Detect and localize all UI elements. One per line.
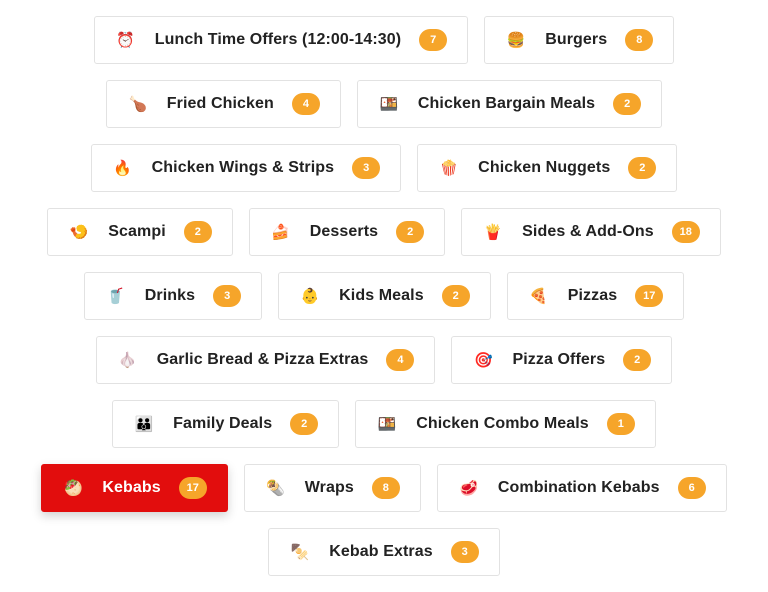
category-row: 👪 Family Deals 2 🍱 Chicken Combo Meals 1	[0, 400, 768, 448]
category-row: 🥙 Kebabs 17 🌯 Wraps 8 🥩 Combination Kebabs 6	[0, 464, 768, 512]
category-label: Burgers	[545, 31, 608, 48]
count-badge: 8	[625, 29, 654, 51]
category-pill-wraps[interactable]: 🌯 Wraps 8	[243, 464, 421, 512]
category-row: 🍤 Scampi 2 🍰 Desserts 2 🍟 Sides & Add-Ons 18	[0, 208, 768, 256]
category-pill-chicken-wings-strips[interactable]: 🔥 Chicken Wings & Strips 3	[90, 144, 402, 192]
skewer-icon: 🍢	[290, 542, 310, 561]
category-label: Kebab Extras	[329, 543, 433, 560]
burger-icon: 🍔	[506, 30, 526, 49]
kebab-icon: 🥙	[63, 478, 83, 497]
count-badge: 2	[183, 221, 212, 243]
chicken-leg-icon: 🍗	[128, 94, 148, 113]
category-label: Chicken Bargain Meals	[417, 95, 596, 112]
category-row: 🥤 Drinks 3 👶 Kids Meals 2 🍕 Pizzas 17	[0, 272, 768, 320]
category-label: Pizzas	[567, 287, 618, 304]
category-pill-pizzas[interactable]: 🍕 Pizzas 17	[506, 272, 685, 320]
category-row: ⏰ Lunch Time Offers (12:00-14:30) 7 🍔 Burger…	[0, 16, 768, 64]
category-label: Drinks	[144, 287, 196, 304]
bento-box-icon: 🍱	[377, 414, 397, 433]
category-pill-chicken-combo-meals[interactable]: 🍱 Chicken Combo Meals 1	[355, 400, 656, 448]
category-row: 🔥 Chicken Wings & Strips 3 🍿 Chicken Nuggets…	[0, 144, 768, 192]
family-icon: 👪	[134, 414, 154, 433]
category-label: Chicken Wings & Strips	[151, 159, 335, 176]
count-badge: 2	[613, 93, 642, 115]
category-row: 🧄 Garlic Bread & Pizza Extras 4 🎯 Pizza Offe…	[0, 336, 768, 384]
category-pill-chicken-nuggets[interactable]: 🍿 Chicken Nuggets 2	[417, 144, 678, 192]
category-label: Lunch Time Offers (12:00-14:30)	[154, 31, 402, 48]
category-label: Chicken Nuggets	[478, 159, 611, 176]
category-label: Chicken Combo Meals	[416, 415, 589, 432]
category-pill-sides-add-ons[interactable]: 🍟 Sides & Add-Ons 18	[461, 208, 721, 256]
count-badge: 2	[628, 157, 657, 179]
count-badge: 3	[450, 541, 479, 563]
pizza-slice-icon: 🍕	[529, 286, 549, 305]
count-badge: 7	[419, 29, 448, 51]
popcorn-icon: 🍿	[439, 158, 459, 177]
category-pill-pizza-offers[interactable]: 🎯 Pizza Offers 2	[451, 336, 673, 384]
category-label: Combination Kebabs	[497, 479, 660, 496]
count-badge: 17	[178, 477, 207, 499]
category-pill-lunch-time-offers-12-00-14-30[interactable]: ⏰ Lunch Time Offers (12:00-14:30) 7	[93, 16, 469, 64]
alarm-clock-icon: ⏰	[116, 30, 136, 49]
category-pill-drinks[interactable]: 🥤 Drinks 3	[83, 272, 263, 320]
bento-box-icon: 🍱	[379, 94, 399, 113]
category-label: Family Deals	[173, 415, 273, 432]
count-badge: 8	[371, 477, 400, 499]
count-badge: 6	[677, 477, 706, 499]
category-label: Scampi	[108, 223, 166, 240]
category-label: Fried Chicken	[166, 95, 274, 112]
count-badge: 17	[635, 285, 664, 307]
shrimp-icon: 🍤	[69, 222, 89, 241]
count-badge: 2	[623, 349, 652, 371]
category-pill-desserts[interactable]: 🍰 Desserts 2	[248, 208, 446, 256]
category-pill-kebabs[interactable]: 🥙 Kebabs 17	[41, 464, 228, 512]
category-menu: ⏰ Lunch Time Offers (12:00-14:30) 7 🍔 Burger…	[0, 0, 768, 576]
category-label: Kids Meals	[339, 287, 424, 304]
count-badge: 2	[441, 285, 470, 307]
category-label: Desserts	[309, 223, 379, 240]
category-label: Garlic Bread & Pizza Extras	[156, 351, 369, 368]
baby-face-icon: 👶	[300, 286, 320, 305]
meat-icon: 🥩	[459, 478, 479, 497]
fries-icon: 🍟	[483, 222, 503, 241]
count-badge: 4	[291, 93, 320, 115]
garlic-icon: 🧄	[118, 350, 138, 369]
category-row: 🍗 Fried Chicken 4 🍱 Chicken Bargain Meals 2	[0, 80, 768, 128]
wrap-icon: 🌯	[266, 478, 286, 497]
category-row: 🍢 Kebab Extras 3	[0, 528, 768, 576]
category-pill-garlic-bread-pizza-extras[interactable]: 🧄 Garlic Bread & Pizza Extras 4	[95, 336, 436, 384]
count-badge: 3	[213, 285, 242, 307]
category-pill-fried-chicken[interactable]: 🍗 Fried Chicken 4	[105, 80, 341, 128]
category-pill-kebab-extras[interactable]: 🍢 Kebab Extras 3	[268, 528, 500, 576]
category-pill-chicken-bargain-meals[interactable]: 🍱 Chicken Bargain Meals 2	[356, 80, 663, 128]
category-pill-burgers[interactable]: 🍔 Burgers 8	[484, 16, 675, 64]
cake-slice-icon: 🍰	[271, 222, 291, 241]
category-label: Kebabs	[102, 479, 161, 496]
category-label: Sides & Add-Ons	[522, 223, 654, 240]
count-badge: 18	[671, 221, 700, 243]
count-badge: 2	[290, 413, 319, 435]
category-pill-kids-meals[interactable]: 👶 Kids Meals 2	[278, 272, 491, 320]
count-badge: 3	[352, 157, 381, 179]
category-label: Pizza Offers	[512, 351, 606, 368]
category-label: Wraps	[304, 479, 354, 496]
category-pill-combination-kebabs[interactable]: 🥩 Combination Kebabs 6	[436, 464, 727, 512]
target-icon: 🎯	[474, 350, 493, 369]
drink-cup-icon: 🥤	[106, 286, 126, 305]
category-pill-family-deals[interactable]: 👪 Family Deals 2	[112, 400, 340, 448]
count-badge: 1	[606, 413, 635, 435]
category-pill-scampi[interactable]: 🍤 Scampi 2	[47, 208, 233, 256]
count-badge: 4	[386, 349, 415, 371]
fire-icon: 🔥	[113, 158, 132, 177]
count-badge: 2	[396, 221, 425, 243]
